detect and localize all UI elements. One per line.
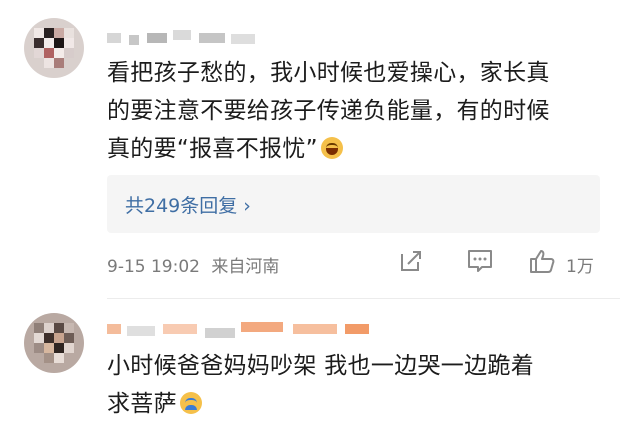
share-icon [401,251,421,271]
username-blurred[interactable] [107,322,377,338]
crying-emoji-icon [179,392,202,414]
timestamp: 9-15 19:02 [107,257,200,277]
view-replies-link[interactable]: 共249条回复 › [125,191,251,218]
like-count: 1万 [566,257,594,277]
username-blurred[interactable] [107,30,257,46]
comment-button[interactable] [466,248,494,278]
location: 来自河南 [211,257,280,277]
comment-text-line: 看把孩子愁的，我小时候也爱操心，家长真 [107,60,550,86]
comment-meta: 9-15 19:02 来自河南 [107,252,279,277]
comment-item: 看把孩子愁的，我小时候也爱操心，家长真 的要注意不要给孩子传递负能量，有的时候 … [0,0,620,299]
comment-text-line: 小时候爸爸妈妈吵架 我也一边哭一边跪着 [107,353,535,379]
comment-text-line: 的要注意不要给孩子传递负能量，有的时候 [107,98,550,124]
avatar[interactable] [24,313,84,373]
comment-text-line: 求菩萨 [107,385,534,423]
avatar[interactable] [24,18,84,78]
comment-icon [468,250,492,272]
comment-text: 看把孩子愁的，我小时候也爱操心，家长真 的要注意不要给孩子传递负能量，有的时候 … [107,54,550,168]
replies-preview[interactable]: 共249条回复 › [107,175,600,233]
grinning-sweat-emoji-icon [320,137,343,159]
comment-text: 小时候爸爸妈妈吵架 我也一边哭一边跪着 求菩萨 [107,347,534,423]
like-button[interactable] [528,248,556,278]
share-button[interactable] [398,248,424,278]
like-icon [530,250,555,273]
comment-text-line: 真的要“报喜不报忧” [107,130,550,168]
comment-item: 小时候爸爸妈妈吵架 我也一边哭一边跪着 求菩萨 [0,299,620,431]
